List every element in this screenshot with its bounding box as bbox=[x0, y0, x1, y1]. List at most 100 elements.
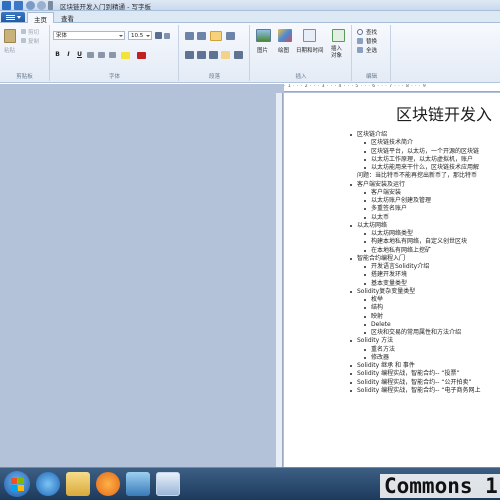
outline-line-text: 区块链技术简介 bbox=[371, 139, 414, 147]
font-family-select[interactable]: 宋体 bbox=[53, 31, 125, 40]
bullet-icon bbox=[364, 307, 366, 310]
insert-object-icon[interactable] bbox=[332, 29, 345, 42]
file-menu-button[interactable] bbox=[1, 12, 25, 22]
align-right-icon[interactable] bbox=[209, 51, 218, 59]
network-app-icon[interactable] bbox=[126, 472, 150, 496]
outline-line: 客户端安装 bbox=[344, 189, 500, 197]
outline-line-text: Solidity 方法 bbox=[357, 337, 394, 345]
paste-button[interactable]: 粘贴 bbox=[4, 46, 15, 54]
underline-button[interactable]: U bbox=[75, 50, 84, 59]
picture-icon[interactable] bbox=[256, 29, 271, 42]
superscript-icon[interactable] bbox=[109, 52, 116, 58]
grow-font-icon[interactable] bbox=[155, 32, 162, 39]
font-color-icon[interactable] bbox=[137, 52, 146, 59]
document-workspace: · 1 · · · 2 · · · 3 · · · 4 · · · 5 · · … bbox=[0, 84, 500, 467]
file-explorer-icon[interactable] bbox=[66, 472, 90, 496]
italic-button[interactable]: I bbox=[64, 50, 73, 59]
outline-line-text: 以太坊工作原理，以太坊虚拟机，账户 bbox=[371, 155, 474, 163]
outline-line-text: 问题：当比特币不能再挖出新币了，那比特币 bbox=[357, 172, 478, 180]
ribbon: 粘贴 剪切 复制 剪贴板 宋体 10.5 B I U 字体 段落 图片 绘图 日… bbox=[0, 23, 500, 83]
decrease-indent-icon[interactable] bbox=[185, 32, 194, 40]
bold-button[interactable]: B bbox=[53, 50, 62, 59]
align-center-icon[interactable] bbox=[197, 51, 206, 59]
bullet-icon bbox=[350, 290, 352, 293]
replace-button[interactable]: 替换 bbox=[366, 37, 377, 45]
picture-button[interactable]: 图片 bbox=[257, 46, 268, 54]
select-all-icon bbox=[357, 47, 363, 53]
paste-icon[interactable] bbox=[4, 29, 16, 43]
paragraph-settings-icon[interactable] bbox=[234, 51, 243, 59]
subscript-icon[interactable] bbox=[98, 52, 105, 58]
outline-line: 智能合约编程入门 bbox=[344, 255, 500, 263]
outline-line-text: 以太坊网络 bbox=[357, 221, 388, 229]
outline-line-text: Solidity 继承 和 事件 bbox=[357, 362, 415, 369]
outline-line-text: 智能合约编程入门 bbox=[357, 254, 406, 262]
outline-line: 在本地私有网络上挖矿 bbox=[344, 247, 500, 255]
outline-line: 开发语言Solidity介绍 bbox=[344, 263, 500, 271]
outline-line: Solidity 方法 bbox=[344, 337, 500, 345]
copy-button[interactable]: 复制 bbox=[28, 37, 39, 45]
cut-icon bbox=[21, 29, 26, 34]
save-icon[interactable] bbox=[14, 1, 23, 10]
font-size-select[interactable]: 10.5 bbox=[128, 31, 152, 40]
outline-line-text: Solidity 编程实战，智能合约-- “电子商务网上 bbox=[357, 386, 481, 394]
tab-home[interactable]: 主页 bbox=[27, 12, 54, 24]
paint-drawing-icon[interactable] bbox=[278, 29, 292, 42]
redo-icon[interactable] bbox=[37, 1, 46, 10]
outline-line: 以太币 bbox=[344, 214, 500, 222]
justify-icon[interactable] bbox=[221, 51, 230, 59]
bullet-icon bbox=[350, 224, 352, 227]
internet-explorer-icon[interactable] bbox=[36, 472, 60, 496]
paragraph-group-label: 段落 bbox=[208, 74, 220, 80]
line-spacing-icon[interactable] bbox=[226, 32, 235, 40]
shrink-font-icon[interactable] bbox=[164, 33, 170, 39]
document-page[interactable]: 区块链开发入 区块链介绍 区块链技术简介 区块链平台，以太坊，一个开源的区块链 以太坊… bbox=[284, 93, 500, 467]
wordpad-taskbar-icon[interactable] bbox=[156, 472, 180, 496]
bullet-icon bbox=[350, 373, 352, 376]
datetime-button[interactable]: 日期和时间 bbox=[296, 46, 324, 54]
clipboard-group-label: 剪贴板 bbox=[16, 74, 33, 80]
list-icon[interactable] bbox=[210, 31, 222, 41]
insert-object-button[interactable]: 插入 对象 bbox=[331, 46, 342, 60]
bullet-icon bbox=[350, 381, 352, 384]
find-icon bbox=[357, 29, 363, 35]
cut-button[interactable]: 剪切 bbox=[28, 28, 39, 36]
calendar-icon[interactable] bbox=[303, 29, 316, 42]
outline-line: Delete bbox=[344, 321, 500, 329]
outline-line-text: 区块和交易的常用属性和方法介绍 bbox=[371, 329, 462, 336]
outline-line: Solidity 继承 和 事件 bbox=[344, 362, 500, 370]
increase-indent-icon[interactable] bbox=[197, 32, 206, 40]
customize-quick-access-icon[interactable] bbox=[48, 1, 53, 10]
outline-line: Solidity 编程实战，智能合约-- “公开拍卖” bbox=[344, 379, 500, 387]
outline-line-text: 枚举 bbox=[371, 296, 384, 303]
wordpad-app-icon[interactable] bbox=[2, 1, 11, 10]
outline-line: 搭建开发环境 bbox=[344, 271, 500, 279]
bullet-icon bbox=[364, 348, 366, 351]
outline-line-text: 映射 bbox=[371, 312, 384, 320]
outline-line: Solidity复杂变量类型 bbox=[344, 288, 500, 296]
start-button[interactable] bbox=[4, 471, 30, 497]
editing-group: 查找 替换 全选 编辑 bbox=[353, 25, 391, 81]
outline-line-text: Solidity 编程实战，智能合约-- “投票” bbox=[357, 370, 460, 378]
find-button[interactable]: 查找 bbox=[366, 28, 377, 36]
bullet-icon bbox=[364, 167, 366, 169]
select-all-button[interactable]: 全选 bbox=[366, 46, 377, 54]
highlight-color-icon[interactable] bbox=[121, 52, 130, 59]
strikethrough-icon[interactable] bbox=[87, 52, 94, 58]
outline-line-text: 搭建开发环境 bbox=[371, 271, 408, 279]
outline-line: 以太坊工作原理，以太坊虚拟机，账户 bbox=[344, 156, 500, 164]
outline-line: 区块链技术简介 bbox=[344, 139, 500, 147]
paint-drawing-button[interactable]: 绘图 bbox=[278, 46, 289, 54]
bullet-icon bbox=[364, 150, 366, 153]
undo-icon[interactable] bbox=[26, 1, 35, 10]
title-bar: 区块链开发入门到精通 - 写字板 bbox=[0, 0, 500, 11]
horizontal-ruler[interactable]: · 1 · · · 2 · · · 3 · · · 4 · · · 5 · · … bbox=[284, 84, 500, 92]
bullet-icon bbox=[364, 315, 366, 318]
tab-view[interactable]: 查看 bbox=[55, 12, 80, 23]
media-player-icon[interactable] bbox=[96, 472, 120, 496]
bullet-icon bbox=[364, 191, 366, 194]
align-left-icon[interactable] bbox=[185, 51, 194, 59]
outline-line-text: 区块链介绍 bbox=[357, 131, 388, 138]
bullet-icon bbox=[364, 142, 366, 145]
outline-line-text: 在本地私有网络上挖矿 bbox=[371, 246, 432, 254]
